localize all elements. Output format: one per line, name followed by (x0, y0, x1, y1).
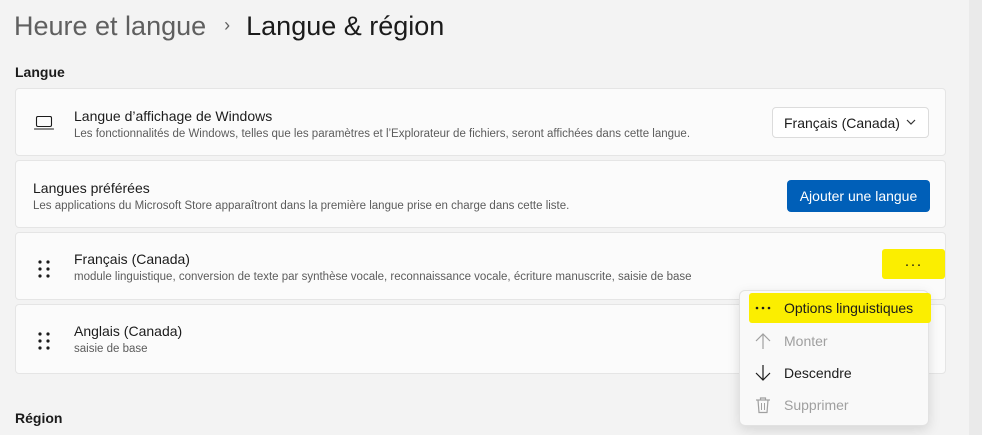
breadcrumb: Heure et langue › Langue & région (14, 6, 444, 46)
language-name: Anglais (Canada) (74, 323, 183, 339)
add-language-button[interactable]: Ajouter une langue (787, 180, 930, 212)
menu-item-label: Monter (784, 333, 828, 349)
more-icon (755, 306, 771, 310)
breadcrumb-separator: › (224, 14, 231, 35)
menu-item-language-options[interactable]: Options linguistiques (749, 293, 931, 323)
menu-item-label: Options linguistiques (784, 300, 914, 316)
section-title-region: Région (15, 410, 63, 426)
arrow-up-icon (755, 333, 771, 349)
display-language-description: Les fonctionnalités de Windows, telles q… (74, 128, 691, 140)
drag-handle-icon[interactable] (37, 259, 51, 279)
display-language-title: Langue d’affichage de Windows (74, 108, 273, 124)
preferred-languages-description: Les applications du Microsoft Store appa… (33, 200, 570, 212)
more-options-button[interactable]: ··· (882, 249, 945, 279)
chevron-down-icon (906, 119, 916, 125)
display-language-selected: Français (Canada) (784, 114, 900, 131)
language-features: module linguistique, conversion de texte… (74, 271, 692, 283)
monitor-icon (34, 116, 54, 130)
display-language-card: Langue d’affichage de Windows Les foncti… (15, 88, 946, 156)
menu-item-remove[interactable]: Supprimer (744, 390, 928, 420)
page-title: Langue & région (246, 10, 445, 41)
display-language-dropdown[interactable]: Français (Canada) (772, 107, 929, 138)
preferred-languages-title: Langues préférées (33, 180, 150, 196)
language-context-menu: Options linguistiques Monter Descendre S… (739, 290, 931, 426)
breadcrumb-parent-link[interactable]: Heure et langue (14, 11, 206, 42)
drag-handle-icon[interactable] (37, 331, 51, 351)
menu-item-label: Descendre (784, 365, 852, 381)
preferred-languages-card: Langues préférées Les applications du Mi… (15, 160, 946, 228)
menu-item-label: Supprimer (784, 397, 849, 413)
language-features: saisie de base (74, 343, 148, 355)
menu-item-move-up[interactable]: Monter (744, 326, 928, 356)
language-name: Français (Canada) (74, 251, 190, 267)
menu-item-move-down[interactable]: Descendre (744, 358, 928, 388)
arrow-down-icon (755, 365, 771, 381)
scrollbar[interactable] (969, 0, 982, 435)
trash-icon (756, 397, 770, 414)
section-title-langue: Langue (15, 64, 65, 80)
